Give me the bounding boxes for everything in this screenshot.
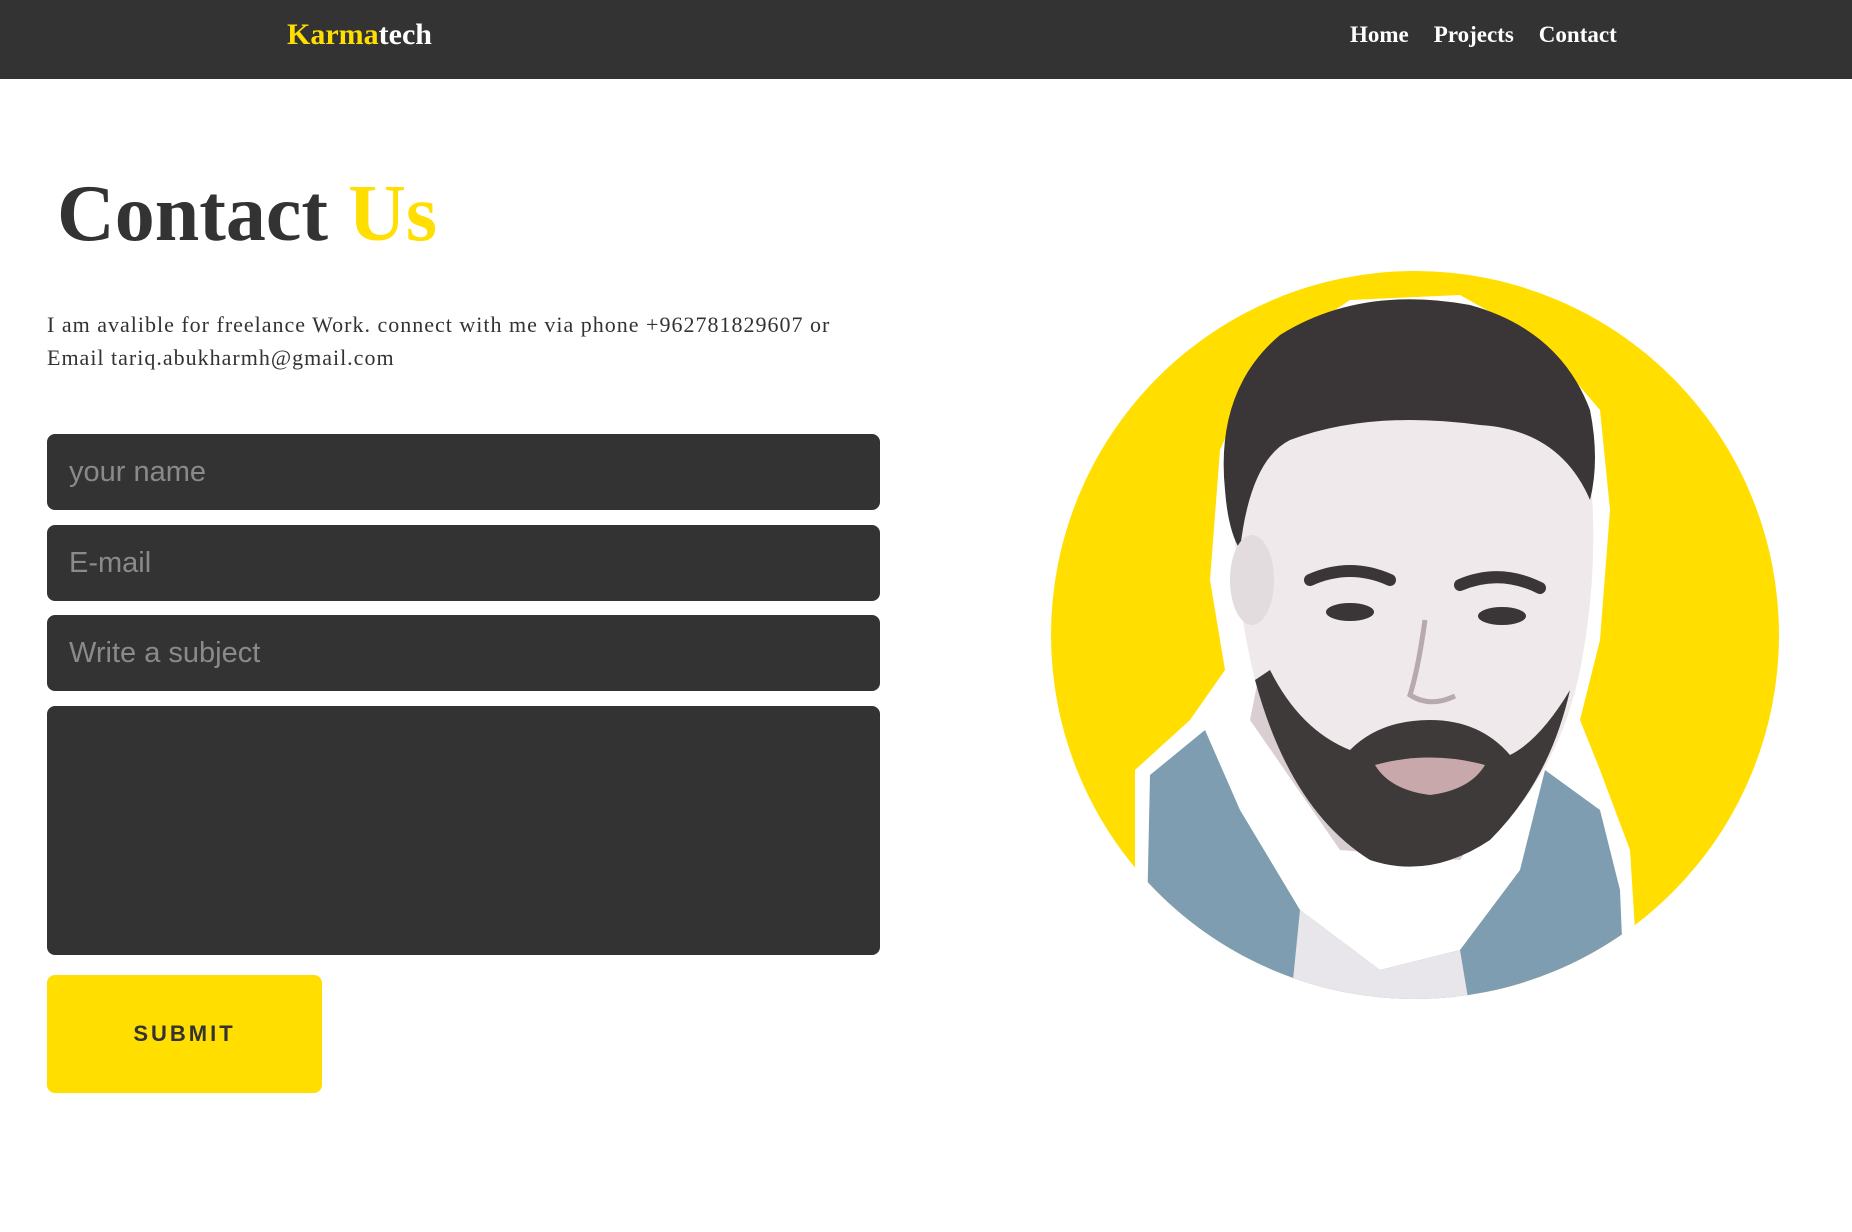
message-textarea[interactable]	[47, 706, 880, 955]
profile-photo-icon	[1051, 271, 1779, 999]
profile-photo	[1040, 250, 1790, 1010]
intro-text: I am avalible for freelance Work. connec…	[47, 312, 831, 370]
page-title-main: Contact	[57, 170, 329, 258]
submit-button[interactable]: SUBMIT	[47, 975, 322, 1093]
name-input[interactable]	[47, 434, 880, 510]
navbar: Karmatech Home Projects Contact	[0, 0, 1852, 79]
brand-logo[interactable]: Karmatech	[287, 18, 432, 52]
nav-link-home[interactable]: Home	[1350, 22, 1409, 48]
subject-input[interactable]	[47, 615, 880, 691]
nav-menu: Home Projects Contact	[1350, 22, 1642, 48]
page-title: Contact Us	[57, 170, 437, 258]
nav-link-contact[interactable]: Contact	[1539, 22, 1617, 48]
nav-link-projects[interactable]: Projects	[1434, 22, 1514, 48]
logo-accent-text: Karma	[287, 18, 379, 51]
logo-text: tech	[378, 18, 432, 51]
email-input[interactable]	[47, 525, 880, 601]
page-title-accent: Us	[348, 170, 437, 258]
